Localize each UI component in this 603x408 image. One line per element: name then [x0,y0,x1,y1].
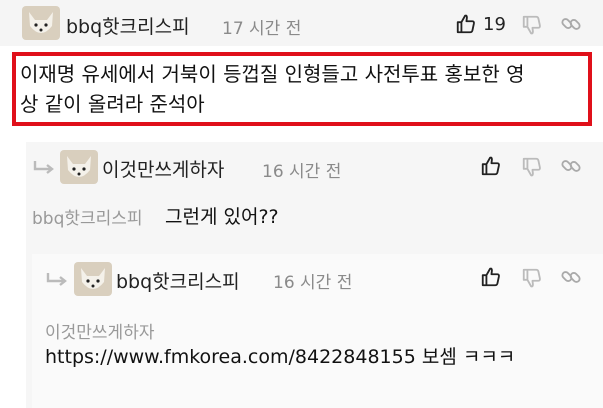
comment-text-line2: 상 같이 올려라 준석아 [20,92,205,116]
link-icon[interactable] [560,155,582,177]
upvote-count: 19 [483,14,506,35]
avatar[interactable] [74,262,112,296]
comment-author[interactable]: bbq핫크리스피 [66,12,190,39]
thumbs-down-icon[interactable] [521,156,543,178]
thumbs-up-icon[interactable] [480,266,502,288]
comment-text-line1: 이재명 유세에서 거북이 등껍질 인형들고 사전투표 홍보한 영 [20,62,525,86]
white-fox-avatar [60,150,98,184]
reply-mention[interactable]: 이것만쓰게하자 [45,318,154,343]
avatar[interactable] [22,6,60,40]
reply-time: 16 시간 전 [273,273,353,293]
reply-arrow-icon [46,272,68,286]
reply-mention[interactable]: bbq핫크리스피 [32,204,143,229]
thumbs-up-icon[interactable] [455,13,477,35]
thumbs-up-icon[interactable] [480,155,502,177]
reply-text: 그런게 있어?? [165,206,279,228]
thumbs-down-icon[interactable] [521,267,543,289]
reply-arrow-icon [33,160,55,174]
link-icon[interactable] [560,266,582,288]
link-icon[interactable] [560,13,582,35]
reply-text[interactable]: https://www.fmkorea.com/8422848155 보셈 ㅋㅋ… [45,342,515,369]
reply-author[interactable]: bbq핫크리스피 [116,267,240,294]
comment-time: 17 시간 전 [222,19,302,39]
reply-time: 16 시간 전 [262,162,342,182]
avatar[interactable] [60,150,98,184]
white-fox-avatar [74,262,112,296]
thumbs-down-icon[interactable] [521,14,543,36]
white-fox-avatar [22,6,60,40]
reply-author[interactable]: 이것만쓰게하자 [102,155,224,182]
